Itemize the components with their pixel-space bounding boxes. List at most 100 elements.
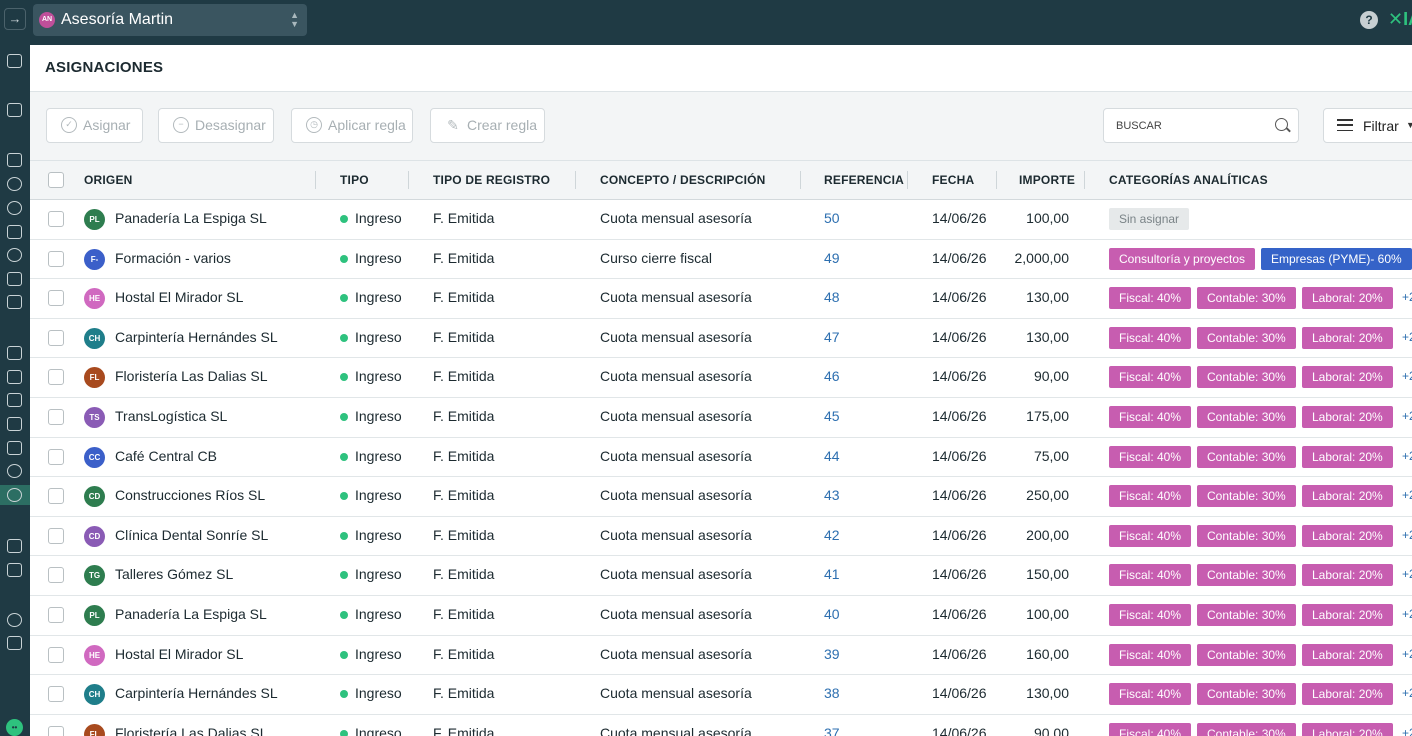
category-tag[interactable]: Laboral: 20% bbox=[1302, 643, 1393, 666]
table-row[interactable]: FL Floristería Las Dalias SL Ingreso F. Emi… bbox=[30, 714, 1412, 736]
category-tag[interactable]: Laboral: 20% bbox=[1302, 485, 1393, 508]
category-tag[interactable]: Fiscal: 40% bbox=[1109, 406, 1192, 428]
library-icon[interactable] bbox=[7, 393, 22, 407]
row-checkbox[interactable] bbox=[48, 211, 64, 227]
more-tags-link[interactable]: +2 bbox=[1402, 449, 1412, 463]
search-icon[interactable] bbox=[1275, 118, 1288, 131]
document-icon[interactable] bbox=[7, 295, 22, 309]
row-checkbox[interactable] bbox=[48, 369, 64, 386]
more-tags-link[interactable]: +2 bbox=[1402, 330, 1412, 344]
unassign-button[interactable]: − Desasignar bbox=[158, 108, 274, 143]
category-tag[interactable]: Contable: 30% bbox=[1197, 643, 1296, 666]
more-tags-link[interactable]: +2 bbox=[1402, 528, 1412, 542]
category-tag[interactable]: Laboral: 20% bbox=[1302, 722, 1393, 736]
tag-icon[interactable] bbox=[7, 248, 22, 262]
category-tag[interactable]: Contable: 30% bbox=[1197, 326, 1296, 349]
row-checkbox[interactable] bbox=[48, 646, 64, 663]
reference-link[interactable]: 39 bbox=[824, 646, 840, 662]
column-header-origin[interactable]: ORIGEN bbox=[84, 173, 133, 187]
category-tag[interactable]: Sin asignar bbox=[1109, 208, 1190, 230]
more-tags-link[interactable]: +2 bbox=[1402, 488, 1412, 502]
category-tag[interactable]: Laboral: 20% bbox=[1302, 604, 1393, 626]
category-tag[interactable]: Contable: 30% bbox=[1197, 485, 1296, 508]
category-tag[interactable]: Fiscal: 40% bbox=[1109, 485, 1192, 508]
category-tag[interactable]: Fiscal: 40% bbox=[1109, 604, 1192, 626]
reference-link[interactable]: 44 bbox=[824, 448, 840, 464]
calculator-icon[interactable] bbox=[7, 153, 22, 167]
row-checkbox[interactable] bbox=[48, 725, 64, 736]
search-box[interactable] bbox=[1103, 108, 1299, 143]
reference-link[interactable]: 49 bbox=[824, 250, 840, 266]
category-tag[interactable]: Contable: 30% bbox=[1197, 406, 1296, 428]
assign-button[interactable]: ✓ Asignar bbox=[46, 108, 143, 143]
row-checkbox[interactable] bbox=[48, 409, 64, 425]
list-icon[interactable] bbox=[7, 370, 22, 384]
table-row[interactable]: HE Hostal El Mirador SL Ingreso F. Emitida C… bbox=[30, 635, 1412, 676]
category-tag[interactable]: Laboral: 20% bbox=[1302, 524, 1393, 547]
category-tag[interactable]: Fiscal: 40% bbox=[1109, 643, 1192, 666]
category-tag[interactable]: Fiscal: 40% bbox=[1109, 722, 1192, 736]
table-row[interactable]: FL Floristería Las Dalias SL Ingreso F. Emi… bbox=[30, 358, 1412, 398]
more-tags-link[interactable]: +2 bbox=[1402, 647, 1412, 661]
more-tags-link[interactable]: +2 bbox=[1402, 369, 1412, 383]
category-tag[interactable]: Contable: 30% bbox=[1197, 683, 1296, 706]
bank-icon[interactable] bbox=[7, 225, 22, 239]
briefcase-icon[interactable] bbox=[7, 54, 22, 68]
row-checkbox[interactable] bbox=[48, 686, 64, 703]
reference-link[interactable]: 50 bbox=[824, 210, 840, 226]
reference-link[interactable]: 43 bbox=[824, 487, 840, 503]
category-tag[interactable]: Laboral: 20% bbox=[1302, 683, 1393, 706]
category-tag[interactable]: Contable: 30% bbox=[1197, 287, 1296, 310]
category-tag[interactable]: Empresas (PYME)- 60% bbox=[1261, 247, 1412, 270]
folder-icon[interactable] bbox=[7, 441, 22, 455]
category-tag[interactable]: Fiscal: 40% bbox=[1109, 564, 1192, 587]
category-tag[interactable]: Contable: 30% bbox=[1197, 604, 1296, 626]
clock-icon[interactable] bbox=[7, 464, 22, 478]
reference-link[interactable]: 46 bbox=[824, 368, 840, 384]
search-input[interactable] bbox=[1116, 118, 1266, 134]
category-tag[interactable]: Fiscal: 40% bbox=[1109, 326, 1192, 349]
column-header-date[interactable]: FECHA bbox=[932, 173, 974, 187]
column-header-analytic-categories[interactable]: CATEGORÍAS ANALÍTICAS bbox=[1109, 173, 1268, 187]
more-tags-link[interactable]: +2 bbox=[1402, 607, 1412, 621]
list-icon[interactable] bbox=[7, 346, 22, 360]
category-tag[interactable]: Contable: 30% bbox=[1197, 445, 1296, 468]
table-row[interactable]: F- Formación - varios Ingreso F. Emitida Cur… bbox=[30, 239, 1412, 280]
table-row[interactable]: PL Panadería La Espiga SL Ingreso F. Emitid… bbox=[30, 200, 1412, 240]
row-checkbox[interactable] bbox=[48, 250, 64, 267]
select-all-checkbox[interactable] bbox=[48, 172, 64, 188]
reference-link[interactable]: 37 bbox=[824, 725, 840, 736]
table-row[interactable]: CH Carpintería Hernándes SL Ingreso F. Emit… bbox=[30, 675, 1412, 715]
category-tag[interactable]: Contable: 30% bbox=[1197, 564, 1296, 587]
save-icon[interactable] bbox=[7, 417, 22, 431]
reference-link[interactable]: 40 bbox=[824, 606, 840, 622]
category-tag[interactable]: Fiscal: 40% bbox=[1109, 287, 1192, 310]
filter-button[interactable]: Filtrar ▼ bbox=[1323, 108, 1412, 143]
category-tag[interactable]: Fiscal: 40% bbox=[1109, 445, 1192, 468]
exchange-icon[interactable] bbox=[7, 177, 22, 191]
more-tags-link[interactable]: +2 bbox=[1402, 290, 1412, 304]
row-checkbox[interactable] bbox=[48, 448, 64, 465]
reference-link[interactable]: 41 bbox=[824, 566, 840, 582]
row-checkbox[interactable] bbox=[48, 607, 64, 623]
apply-rule-button[interactable]: ◷ Aplicar regla bbox=[291, 108, 413, 143]
column-header-type[interactable]: TIPO bbox=[340, 173, 369, 187]
more-tags-link[interactable]: +2 bbox=[1402, 409, 1412, 423]
reference-link[interactable]: 38 bbox=[824, 685, 840, 701]
expand-arrow-icon[interactable]: → bbox=[4, 8, 26, 30]
category-tag[interactable]: Laboral: 20% bbox=[1302, 406, 1393, 428]
table-row[interactable]: CH Carpintería Hernándes SL Ingreso F. Emit… bbox=[30, 318, 1412, 359]
table-row[interactable]: HE Hostal El Mirador SL Ingreso F. Emitida C… bbox=[30, 279, 1412, 319]
category-tag[interactable]: Laboral: 20% bbox=[1302, 366, 1393, 389]
row-checkbox[interactable] bbox=[48, 488, 64, 505]
reference-link[interactable]: 48 bbox=[824, 289, 840, 305]
help-icon[interactable]: ? bbox=[1360, 11, 1378, 29]
store-icon[interactable] bbox=[7, 636, 22, 650]
file-icon[interactable] bbox=[7, 539, 22, 553]
column-header-amount[interactable]: IMPORTE bbox=[1019, 173, 1075, 187]
table-row[interactable]: PL Panadería La Espiga SL Ingreso F. Emitid… bbox=[30, 596, 1412, 636]
column-header-concept[interactable]: CONCEPTO / DESCRIPCIÓN bbox=[600, 173, 766, 187]
create-rule-button[interactable]: ✎ Crear regla bbox=[430, 108, 545, 143]
category-tag[interactable]: Laboral: 20% bbox=[1302, 326, 1393, 349]
company-selector[interactable]: AN Asesoría Martin ▲ ▼ bbox=[33, 4, 307, 36]
